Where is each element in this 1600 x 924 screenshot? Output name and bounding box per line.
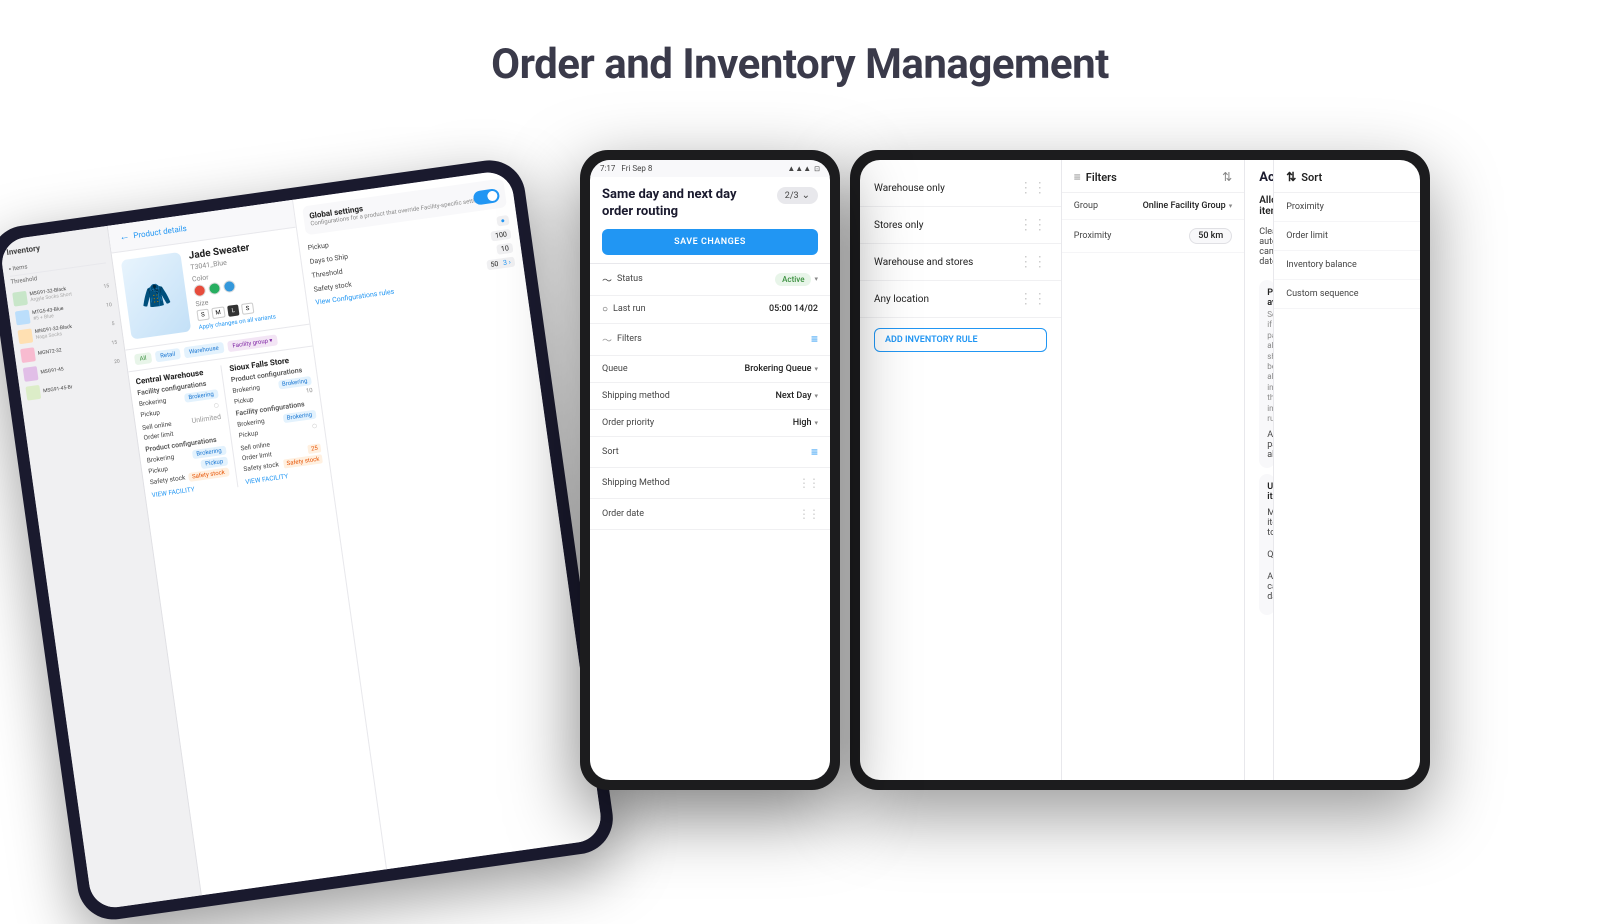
back-label: Product details bbox=[133, 224, 187, 240]
filter-wave-icon: 〜 bbox=[602, 332, 612, 347]
color-green[interactable] bbox=[208, 282, 222, 296]
shipping-method-drag-row: Shipping Method ⋮⋮ bbox=[590, 468, 830, 499]
tag-facility[interactable]: Facility group ▾ bbox=[227, 334, 278, 352]
color-blue[interactable] bbox=[223, 280, 237, 294]
clear-auto-cancel-label: Clear auto cancel date bbox=[1259, 227, 1273, 267]
warehouse-drag-handle[interactable]: ⋮⋮ bbox=[1019, 180, 1047, 196]
status-time: 7:17 Fri Sep 8 bbox=[600, 164, 652, 173]
size-s[interactable]: S bbox=[196, 309, 209, 322]
queue-row: Queue Brokering Queue ▾ bbox=[590, 356, 830, 383]
actions-panel: Actions Allocated items Clear auto cance… bbox=[1245, 160, 1273, 780]
group-value[interactable]: Online Facility Group ▾ bbox=[1143, 201, 1233, 211]
safety-stock-btn[interactable]: 3 › bbox=[502, 258, 511, 267]
threshold-val[interactable]: 10 bbox=[496, 242, 513, 254]
add-inventory-rule-button[interactable]: ADD INVENTORY RULE bbox=[874, 328, 1047, 352]
status-row: 〜 Status Active ▾ bbox=[590, 264, 830, 296]
tag-retail[interactable]: Retail bbox=[155, 348, 181, 362]
threshold-label: Threshold bbox=[311, 267, 343, 279]
product-info: Jade Sweater T3041_Blue Color Size S bbox=[188, 237, 300, 331]
clock-icon: ○ bbox=[602, 304, 608, 315]
proximity-sort-item[interactable]: Proximity bbox=[1274, 193, 1420, 222]
custom-sequence-sort-item[interactable]: Custom sequence bbox=[1274, 280, 1420, 309]
center-title: Same day and next day order routing bbox=[602, 187, 762, 221]
order-limit-sort-item[interactable]: Order limit bbox=[1274, 222, 1420, 251]
tablet-right: Warehouse only ⋮⋮ Stores only ⋮⋮ Warehou… bbox=[850, 150, 1430, 790]
tablet-left: Inventory ▪ Items Threshold MSG91-32-Bla… bbox=[0, 156, 617, 924]
any-location-drag-handle[interactable]: ⋮⋮ bbox=[1019, 291, 1047, 307]
page-title: Order and Inventory Management bbox=[0, 0, 1600, 89]
color-red[interactable] bbox=[193, 284, 207, 298]
sort-row: Sort ≡ bbox=[590, 437, 830, 468]
sort-icon-btn[interactable]: ⇅ bbox=[1222, 170, 1232, 184]
inventory-balance-sort-item[interactable]: Inventory balance bbox=[1274, 251, 1420, 280]
save-changes-button[interactable]: SAVE CHANGES bbox=[602, 229, 818, 255]
shipping-drag-handle[interactable]: ⋮⋮ bbox=[798, 476, 818, 490]
order-date-drag-row: Order date ⋮⋮ bbox=[590, 499, 830, 530]
priority-dropdown-arrow: ▾ bbox=[814, 419, 818, 427]
partially-available-box: Partially available Select if partial al… bbox=[1259, 280, 1273, 468]
queue-value[interactable]: Brokering Queue ▾ bbox=[745, 364, 818, 374]
content-area: Inventory ▪ Items Threshold MSG91-32-Bla… bbox=[0, 160, 1600, 900]
filters-icon-button[interactable]: ≡ bbox=[811, 332, 818, 346]
stores-drag-handle[interactable]: ⋮⋮ bbox=[1019, 217, 1047, 233]
group-filter-row: Group Online Facility Group ▾ bbox=[1062, 193, 1244, 220]
product-image: 🧥 bbox=[121, 252, 192, 340]
proximity-value[interactable]: 50 km bbox=[1189, 228, 1232, 244]
sort-arrows-icon: ⇅ bbox=[1286, 170, 1296, 184]
filters-title: ≡ Filters bbox=[1074, 170, 1117, 184]
days-ship-label: Days to Ship bbox=[309, 252, 348, 265]
unavailable-items-box: Unavailable items Move items to Queue ▾ … bbox=[1259, 474, 1273, 615]
last-run-value: 05:00 14/02 bbox=[769, 304, 818, 314]
order-date-drag-handle[interactable]: ⋮⋮ bbox=[798, 507, 818, 521]
safety-stock-val[interactable]: 50 3 › bbox=[486, 256, 516, 270]
status-value[interactable]: Active ▾ bbox=[775, 273, 818, 286]
routing-badge: 2/3 ⌄ bbox=[777, 187, 818, 204]
proximity-label: Proximity bbox=[1074, 231, 1112, 241]
pickup-label: Pickup bbox=[307, 241, 329, 252]
pickup-toggle[interactable]: ● bbox=[496, 215, 510, 227]
any-location-option[interactable]: Any location ⋮⋮ bbox=[860, 281, 1061, 318]
global-settings-toggle[interactable] bbox=[473, 188, 501, 205]
shipping-method-value[interactable]: Next Day ▾ bbox=[775, 391, 818, 401]
warehouse-stores-option[interactable]: Warehouse and stores ⋮⋮ bbox=[860, 244, 1061, 281]
sort-title: Sort bbox=[1301, 171, 1322, 184]
stores-only-option[interactable]: Stores only ⋮⋮ bbox=[860, 207, 1061, 244]
tag-all[interactable]: All bbox=[134, 352, 152, 365]
order-priority-row: Order priority High ▾ bbox=[590, 410, 830, 437]
sort-panel: ⇅ Sort Proximity Order limit Inventory b… bbox=[1273, 160, 1420, 780]
wave-icon: 〜 bbox=[602, 272, 612, 287]
warehouse-only-option[interactable]: Warehouse only ⋮⋮ bbox=[860, 170, 1061, 207]
days-ship-val[interactable]: 100 bbox=[490, 229, 511, 242]
order-priority-value[interactable]: High ▾ bbox=[793, 418, 818, 428]
safety-stock-label: Safety stock bbox=[313, 280, 352, 293]
routing-options-panel: Warehouse only ⋮⋮ Stores only ⋮⋮ Warehou… bbox=[860, 160, 1062, 780]
group-dropdown-arrow: ▾ bbox=[1229, 202, 1233, 210]
center-status-bar: 7:17 Fri Sep 8 ▲▲▲ ⊡ bbox=[590, 160, 830, 177]
sort-value[interactable]: ≡ bbox=[811, 445, 818, 459]
proximity-filter-row: Proximity 50 km bbox=[1062, 220, 1244, 253]
warehouse-stores-drag-handle[interactable]: ⋮⋮ bbox=[1019, 254, 1047, 270]
tablet-center: 7:17 Fri Sep 8 ▲▲▲ ⊡ Same day and next d… bbox=[580, 150, 840, 790]
filters-panel: ≡ Filters ⇅ Group Online Facility Group … bbox=[1062, 160, 1245, 780]
shipping-method-row: Shipping method Next Day ▾ bbox=[590, 383, 830, 410]
tag-warehouse[interactable]: Warehouse bbox=[183, 342, 224, 358]
filters-row[interactable]: 〜 Filters ≡ bbox=[590, 324, 830, 356]
group-label: Group bbox=[1074, 201, 1098, 211]
status-dropdown-arrow: ▾ bbox=[814, 275, 818, 283]
size-m[interactable]: M bbox=[211, 306, 226, 319]
chevron-icon: ⌄ bbox=[802, 190, 810, 201]
size-xl[interactable]: S bbox=[241, 302, 254, 315]
size-l[interactable]: L bbox=[227, 304, 240, 316]
last-run-row: ○ Last run 05:00 14/02 bbox=[590, 296, 830, 324]
queue-dropdown-arrow: ▾ bbox=[814, 365, 818, 373]
shipping-dropdown-arrow: ▾ bbox=[814, 392, 818, 400]
filter-lines-icon: ≡ bbox=[1074, 170, 1081, 184]
